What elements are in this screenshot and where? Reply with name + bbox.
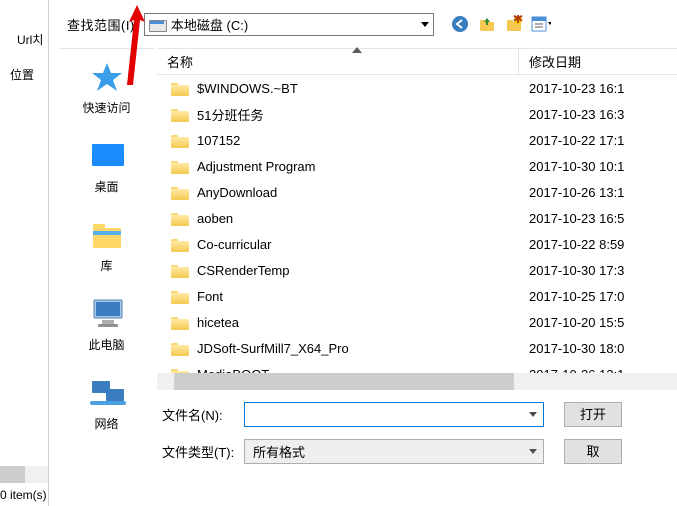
chevron-down-icon [421,22,429,27]
folder-icon [171,81,189,95]
item-name: 107152 [197,133,240,148]
libraries-icon [88,219,126,251]
file-open-dialog: 查找范围(I): 本地磁盘 (C:) ✱ 快速访问 [48,0,677,506]
folder-icon [171,159,189,173]
place-network[interactable]: 网络 [59,377,154,432]
chevron-down-icon [529,412,537,417]
svg-text:✱: ✱ [512,15,522,26]
back-icon[interactable] [450,14,470,34]
scrollbar-horizontal[interactable] [0,466,48,483]
scrollbar-horizontal[interactable] [157,373,677,390]
filetype-combo[interactable]: 所有格式 [244,439,544,464]
filename-input[interactable] [244,402,544,427]
item-name: CSRenderTemp [197,263,290,278]
item-date: 2017-10-25 17:0 [519,289,677,304]
item-date: 2017-10-30 10:1 [519,159,677,174]
place-label: 桌面 [94,178,118,195]
item-date: 2017-10-23 16:1 [519,81,677,96]
list-item[interactable]: JDSoft-SurfMill7_X64_Pro 2017-10-30 18:0 [157,335,677,361]
folder-icon [171,133,189,147]
list-item[interactable]: CSRenderTemp 2017-10-30 17:3 [157,257,677,283]
item-name: AnyDownload [197,185,277,200]
list-item[interactable]: $WINDOWS.~BT 2017-10-23 16:1 [157,75,677,101]
item-date: 2017-10-23 16:3 [519,107,677,122]
list-item[interactable]: hicetea 2017-10-20 15:5 [157,309,677,335]
scrollbar-thumb[interactable] [174,373,514,390]
place-desktop[interactable]: 桌面 [59,140,154,195]
item-date: 2017-10-26 13:1 [519,185,677,200]
list-item[interactable]: Co-curricular 2017-10-22 8:59 [157,231,677,257]
view-menu-icon[interactable] [531,14,551,34]
place-this-pc[interactable]: 此电脑 [59,298,154,353]
folder-icon [171,237,189,251]
folder-icon [171,107,189,121]
list-header: 名称 修改日期 [157,49,677,75]
item-date: 2017-10-22 8:59 [519,237,677,252]
list-item[interactable]: 51分班任务 2017-10-23 16:3 [157,101,677,127]
folder-icon [171,211,189,225]
item-date: 2017-10-30 18:0 [519,341,677,356]
lookin-value: 本地磁盘 (C:) [171,15,248,34]
list-item[interactable]: 107152 2017-10-22 17:1 [157,127,677,153]
new-folder-icon[interactable]: ✱ [504,14,524,34]
place-label: 快速访问 [82,99,130,116]
item-date: 2017-10-20 15:5 [519,315,677,330]
list-item[interactable]: aoben 2017-10-23 16:5 [157,205,677,231]
folder-icon [171,341,189,355]
item-name: Co-curricular [197,237,271,252]
place-label: 此电脑 [88,336,124,353]
folder-icon [171,185,189,199]
list-item[interactable]: Font 2017-10-25 17:0 [157,283,677,309]
up-folder-icon[interactable] [477,14,497,34]
chevron-down-icon [529,449,537,454]
item-name: Font [197,289,223,304]
url-label: Url치 [17,31,43,48]
item-name: 51分班任务 [197,105,263,124]
star-icon [88,61,126,93]
item-name: aoben [197,211,233,226]
folder-icon [171,289,189,303]
drive-icon [149,17,165,31]
item-date: 2017-10-30 17:3 [519,263,677,278]
item-name: JDSoft-SurfMill7_X64_Pro [197,341,349,356]
item-name: Adjustment Program [197,159,316,174]
open-button[interactable]: 打开 [564,402,622,427]
folder-icon [171,315,189,329]
cancel-button[interactable]: 取 [564,439,622,464]
list-item[interactable]: Adjustment Program 2017-10-30 10:1 [157,153,677,179]
lookin-label: 查找范围(I): [67,15,139,34]
file-list: 名称 修改日期 $WINDOWS.~BT 2017-10-23 16:1 51分班任… [157,48,677,390]
computer-icon [88,298,126,330]
network-icon [88,377,126,409]
item-name: $WINDOWS.~BT [197,81,298,96]
filename-label: 文件名(N): [154,405,244,424]
item-date: 2017-10-23 16:5 [519,211,677,226]
place-label: 库 [100,257,112,274]
places-sidebar: 快速访问 桌面 库 此电脑 网络 [59,48,154,506]
folder-icon [171,263,189,277]
item-name: hicetea [197,315,239,330]
column-header-name[interactable]: 名称 [157,49,519,74]
filetype-label: 文件类型(T): [154,442,244,461]
sort-ascending-icon [352,47,362,53]
filetype-value: 所有格式 [253,442,305,461]
column-header-date[interactable]: 修改日期 [519,49,677,74]
scrollbar-thumb[interactable] [0,466,25,483]
item-date: 2017-10-22 17:1 [519,133,677,148]
place-libraries[interactable]: 库 [59,219,154,274]
desktop-icon [88,140,126,172]
lookin-combo[interactable]: 本地磁盘 (C:) [144,13,434,36]
list-item[interactable]: AnyDownload 2017-10-26 13:1 [157,179,677,205]
place-quick-access[interactable]: 快速访问 [59,61,154,116]
position-label: 位置 [10,66,34,83]
place-label: 网络 [94,415,118,432]
